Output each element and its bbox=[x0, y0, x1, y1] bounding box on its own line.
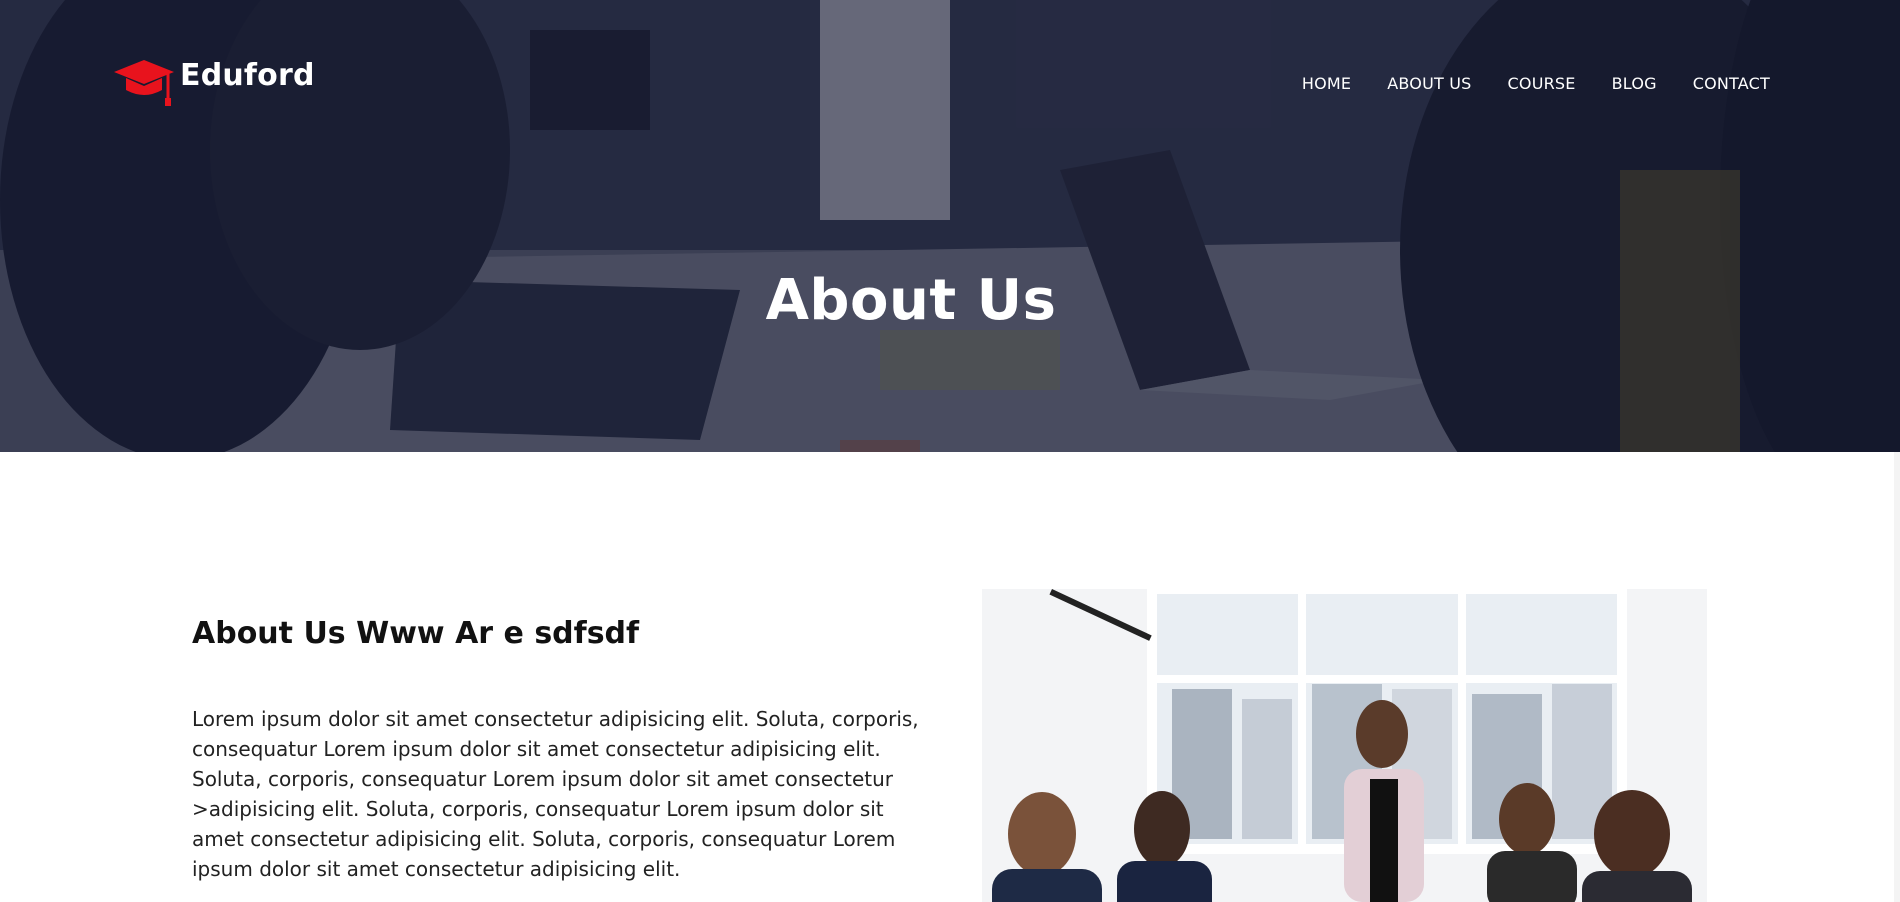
logo-text: Eduford bbox=[180, 57, 315, 93]
nav-course[interactable]: COURSE bbox=[1508, 72, 1576, 95]
graduation-cap-icon bbox=[114, 60, 174, 106]
about-paragraph: Lorem ipsum dolor sit amet consectetur a… bbox=[192, 707, 919, 881]
about-heading: About Us Www Ar e sdfsdf bbox=[192, 616, 640, 651]
page-title: About Us bbox=[765, 268, 1057, 333]
hero-banner: Eduford HOME ABOUT US COURSE BLOG CONTAC… bbox=[0, 0, 1900, 452]
team-photo bbox=[982, 589, 1707, 902]
nav-contact[interactable]: CONTACT bbox=[1693, 72, 1770, 95]
page: Eduford HOME ABOUT US COURSE BLOG CONTAC… bbox=[0, 0, 1900, 902]
site-logo[interactable]: Eduford bbox=[112, 56, 315, 108]
nav-about-us[interactable]: ABOUT US bbox=[1387, 72, 1471, 95]
main-nav: HOME ABOUT US COURSE BLOG CONTACT bbox=[1302, 72, 1770, 95]
page-edge bbox=[1894, 452, 1900, 902]
nav-blog[interactable]: BLOG bbox=[1612, 72, 1657, 95]
nav-home[interactable]: HOME bbox=[1302, 72, 1351, 95]
